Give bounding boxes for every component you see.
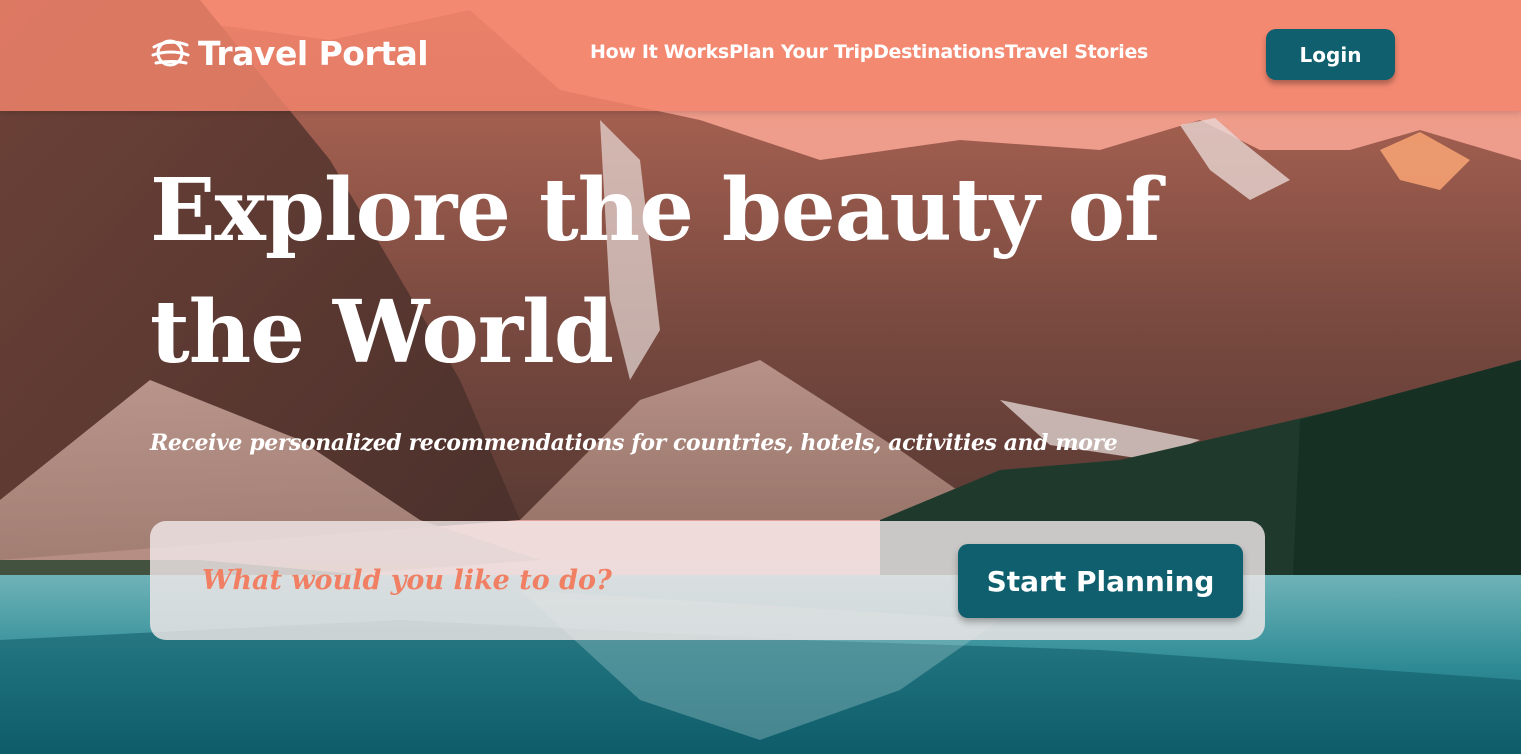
nav-link-destinations[interactable]: Destinations xyxy=(873,41,1005,63)
hero-subheadline: Receive personalized recommendations for… xyxy=(150,430,1118,456)
brand-name: Travel Portal xyxy=(198,33,429,73)
login-button[interactable]: Login xyxy=(1266,29,1395,80)
main-nav: How It Works Plan Your Trip Destinations… xyxy=(590,41,1148,63)
nav-link-travel-stories[interactable]: Travel Stories xyxy=(1005,41,1148,63)
globe-swirl-icon xyxy=(151,39,190,67)
top-nav-bar: Travel Portal How It Works Plan Your Tri… xyxy=(0,0,1521,111)
trip-search-panel: Start Planning xyxy=(150,521,1265,640)
brand-logo[interactable]: Travel Portal xyxy=(150,30,429,76)
hero-headline: Explore the beauty of the World xyxy=(150,160,1161,383)
start-planning-button[interactable]: Start Planning xyxy=(958,544,1243,618)
nav-link-plan-your-trip[interactable]: Plan Your Trip xyxy=(729,41,873,63)
activity-search-input[interactable] xyxy=(200,551,924,609)
nav-link-how-it-works[interactable]: How It Works xyxy=(590,41,729,63)
